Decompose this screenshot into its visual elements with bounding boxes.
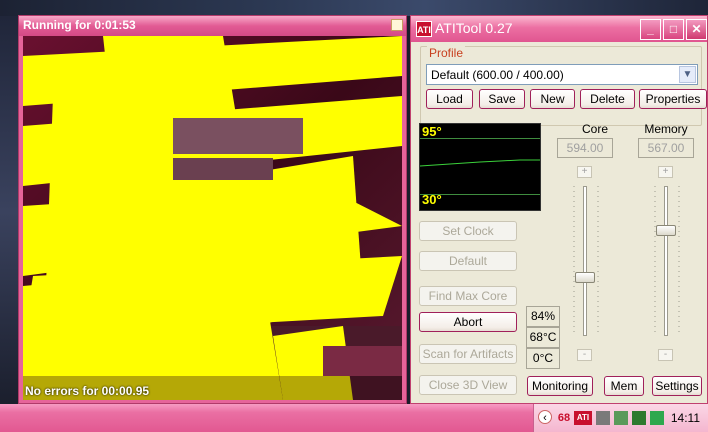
monitoring-button[interactable]: Monitoring	[527, 376, 593, 396]
profile-selected-value: Default (600.00 / 400.00)	[431, 68, 564, 82]
desktop-background-left	[0, 16, 18, 408]
maximize-button[interactable]: □	[663, 19, 684, 40]
network-icon[interactable]	[596, 411, 610, 425]
settings-button[interactable]: Settings	[652, 376, 702, 396]
find-max-core-button[interactable]: Find Max Core	[419, 286, 517, 306]
memory-slider-ticks-right	[678, 186, 680, 336]
taskbar: ‹ 68 ATI 14:11	[0, 404, 708, 432]
close-icon[interactable]	[391, 19, 403, 31]
clock[interactable]: 14:11	[671, 411, 700, 425]
set-clock-button[interactable]: Set Clock	[419, 221, 517, 241]
abort-button[interactable]: Abort	[419, 312, 517, 332]
system-tray: ‹ 68 ATI 14:11	[533, 404, 708, 432]
render-canvas: No errors for 00:00.95	[23, 36, 402, 400]
temperature-graph: 95° 30°	[419, 123, 541, 211]
ati-tray-icon[interactable]: ATI	[574, 411, 592, 425]
core-plus-button[interactable]: +	[577, 166, 592, 178]
new-button[interactable]: New	[530, 89, 575, 109]
delete-button[interactable]: Delete	[580, 89, 635, 109]
profile-dropdown[interactable]: Default (600.00 / 400.00) ▼	[426, 64, 698, 85]
properties-button[interactable]: Properties	[639, 89, 707, 109]
chevron-down-icon[interactable]: ▼	[679, 66, 696, 83]
core-slider-track[interactable]	[583, 186, 587, 336]
gpu-load-readout: 84%	[526, 306, 560, 327]
core-slider-ticks-right	[597, 186, 599, 336]
gpu-temp-readout: 68°C	[526, 327, 560, 348]
core-minus-button[interactable]: -	[577, 349, 592, 361]
scan-artifacts-button[interactable]: Scan for Artifacts	[419, 344, 517, 364]
tray-temperature[interactable]: 68	[556, 411, 572, 425]
core-clock-field[interactable]: 594.00	[557, 138, 613, 158]
memory-slider-track[interactable]	[664, 186, 668, 336]
window-title: ATITool 0.27	[435, 20, 513, 36]
atitool-window: ATITool 0.27 ATI _ □ ✕ Profile Default (…	[410, 15, 708, 404]
mem-button[interactable]: Mem	[604, 376, 644, 396]
memory-slider-ticks	[654, 186, 656, 336]
profile-group: Profile Default (600.00 / 400.00) ▼ Load…	[420, 46, 707, 126]
minimize-button[interactable]: _	[640, 19, 661, 40]
profile-label: Profile	[427, 46, 466, 60]
core-slider-ticks	[573, 186, 575, 336]
memory-plus-button[interactable]: +	[658, 166, 673, 178]
stress-test-title: Running for 0:01:53	[19, 16, 406, 36]
memory-minus-button[interactable]: -	[658, 349, 673, 361]
stress-test-status: No errors for 00:00.95	[25, 384, 150, 398]
desktop-background-top	[0, 0, 708, 16]
close-3d-view-button[interactable]: Close 3D View	[419, 375, 517, 395]
stress-test-window: Running for 0:01:53 No errors for 00:00.…	[18, 15, 407, 404]
graph-min-label: 30°	[422, 192, 442, 207]
close-button[interactable]: ✕	[686, 19, 707, 40]
ati-logo-icon: ATI	[416, 21, 432, 37]
memory-slider-thumb[interactable]	[656, 224, 676, 236]
core-slider-thumb[interactable]	[575, 272, 595, 284]
graph-max-label: 95°	[422, 124, 442, 139]
load-button[interactable]: Load	[426, 89, 473, 109]
default-button[interactable]: Default	[419, 251, 517, 271]
artifact-render	[23, 36, 402, 400]
ambient-temp-readout: 0°C	[526, 348, 560, 369]
app-tray-icon[interactable]	[650, 411, 664, 425]
save-button[interactable]: Save	[479, 89, 525, 109]
memory-clock-field[interactable]: 567.00	[638, 138, 694, 158]
tray-expand-icon[interactable]: ‹	[538, 410, 552, 424]
core-label: Core	[581, 122, 608, 136]
security-icon[interactable]	[632, 411, 646, 425]
device-icon[interactable]	[614, 411, 628, 425]
memory-label: Memory	[644, 122, 688, 136]
